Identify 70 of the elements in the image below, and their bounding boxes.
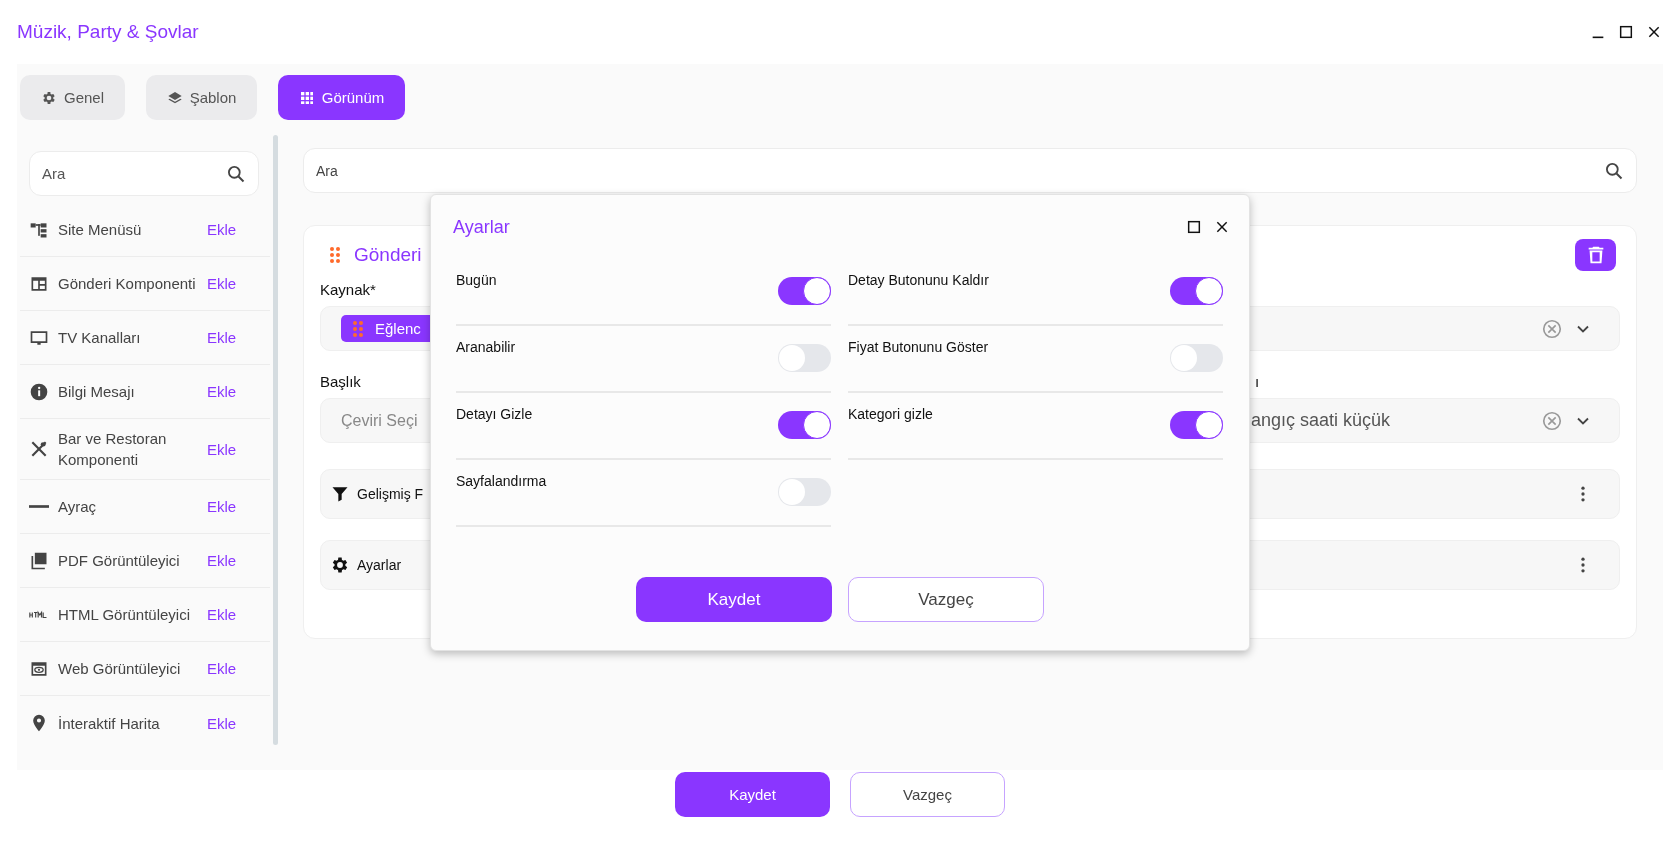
add-link[interactable]: Ekle <box>207 329 237 346</box>
component-name: Gönderi Komponenti <box>58 274 197 294</box>
divider-icon <box>29 505 49 508</box>
component-name: HTML Görüntüleyici <box>58 605 191 625</box>
scrollbar[interactable] <box>273 135 278 745</box>
option-label: Sayfalandırma <box>456 473 547 489</box>
toggle-switch[interactable] <box>1170 344 1223 372</box>
component-name: Web Görüntüleyici <box>58 659 182 679</box>
add-link[interactable]: Ekle <box>207 221 237 238</box>
card-title: Gönderi <box>354 244 422 266</box>
toggle-switch[interactable] <box>778 411 831 439</box>
pdf-icon <box>29 550 49 571</box>
search-icon <box>226 163 246 184</box>
tab[interactable]: Şablon <box>146 75 257 120</box>
component-name: Bilgi Mesajı <box>58 382 136 402</box>
add-link[interactable]: Ekle <box>207 552 237 569</box>
maximize-icon[interactable] <box>1186 219 1202 235</box>
gear-icon <box>330 555 350 575</box>
component-name: Ayraç <box>58 497 98 517</box>
field-label: Kaynak* <box>320 281 376 298</box>
delete-button[interactable] <box>1575 239 1616 271</box>
window-title: Müzik, Party & Şovlar <box>17 21 200 43</box>
close-icon[interactable] <box>1214 219 1230 235</box>
toggle-switch[interactable] <box>778 478 831 506</box>
option-label: Bugün <box>456 272 497 288</box>
clear-icon[interactable] <box>1541 317 1563 340</box>
cancel-button[interactable]: Vazgeç <box>848 577 1044 622</box>
component-name: Site Menüsü <box>58 220 143 240</box>
add-link[interactable]: Ekle <box>207 440 237 458</box>
add-link[interactable]: Ekle <box>207 660 237 677</box>
search-field[interactable]: Ara <box>303 148 1637 193</box>
search-field[interactable]: Ara <box>29 151 259 196</box>
option-label: Aranabilir <box>456 339 516 355</box>
component-name: TV Kanalları <box>58 328 142 348</box>
search-icon <box>1604 160 1624 181</box>
component-name: PDF Görüntüleyici <box>58 551 181 571</box>
option-label: Detay Butonunu Kaldır <box>848 272 989 288</box>
add-link[interactable]: Ekle <box>207 606 237 623</box>
toggle-switch[interactable] <box>778 277 831 305</box>
info-icon <box>29 381 49 402</box>
dialog-title: Ayarlar <box>453 216 510 238</box>
cancel-button[interactable]: Vazgeç <box>850 772 1005 817</box>
field-label: Başlık <box>320 373 361 390</box>
utensils-icon <box>29 439 49 459</box>
tab[interactable]: Genel <box>20 75 125 120</box>
option-label: Kategori gizle <box>848 406 933 422</box>
add-link[interactable]: Ekle <box>207 275 237 292</box>
clear-icon[interactable] <box>1541 409 1563 432</box>
toggle-switch[interactable] <box>778 344 831 372</box>
component-name: Bar ve Restoran Komponenti <box>58 429 168 470</box>
drag-handle-icon[interactable] <box>328 246 342 264</box>
add-link[interactable]: Ekle <box>207 498 237 515</box>
add-link[interactable]: Ekle <box>207 383 237 400</box>
grid-icon <box>298 89 315 106</box>
component-name: İnteraktif Harita <box>58 713 161 734</box>
field-label: ı <box>1255 373 1260 390</box>
toggle-switch[interactable] <box>1170 277 1223 305</box>
save-button[interactable]: Kaydet <box>675 772 830 817</box>
option-label: Fiyat Butonunu Göster <box>848 339 989 355</box>
close-icon[interactable] <box>1646 24 1662 40</box>
tab[interactable]: Görünüm <box>278 75 405 120</box>
toggle-switch[interactable] <box>1170 411 1223 439</box>
gear-icon <box>41 89 57 106</box>
add-link[interactable]: Ekle <box>207 714 237 732</box>
filter-icon <box>330 484 350 504</box>
maximize-icon[interactable] <box>1618 24 1634 40</box>
option-label: Detayı Gizle <box>456 406 533 422</box>
drag-handle-icon <box>351 319 365 338</box>
layers-icon <box>166 89 183 106</box>
save-button[interactable]: Kaydet <box>636 577 832 622</box>
